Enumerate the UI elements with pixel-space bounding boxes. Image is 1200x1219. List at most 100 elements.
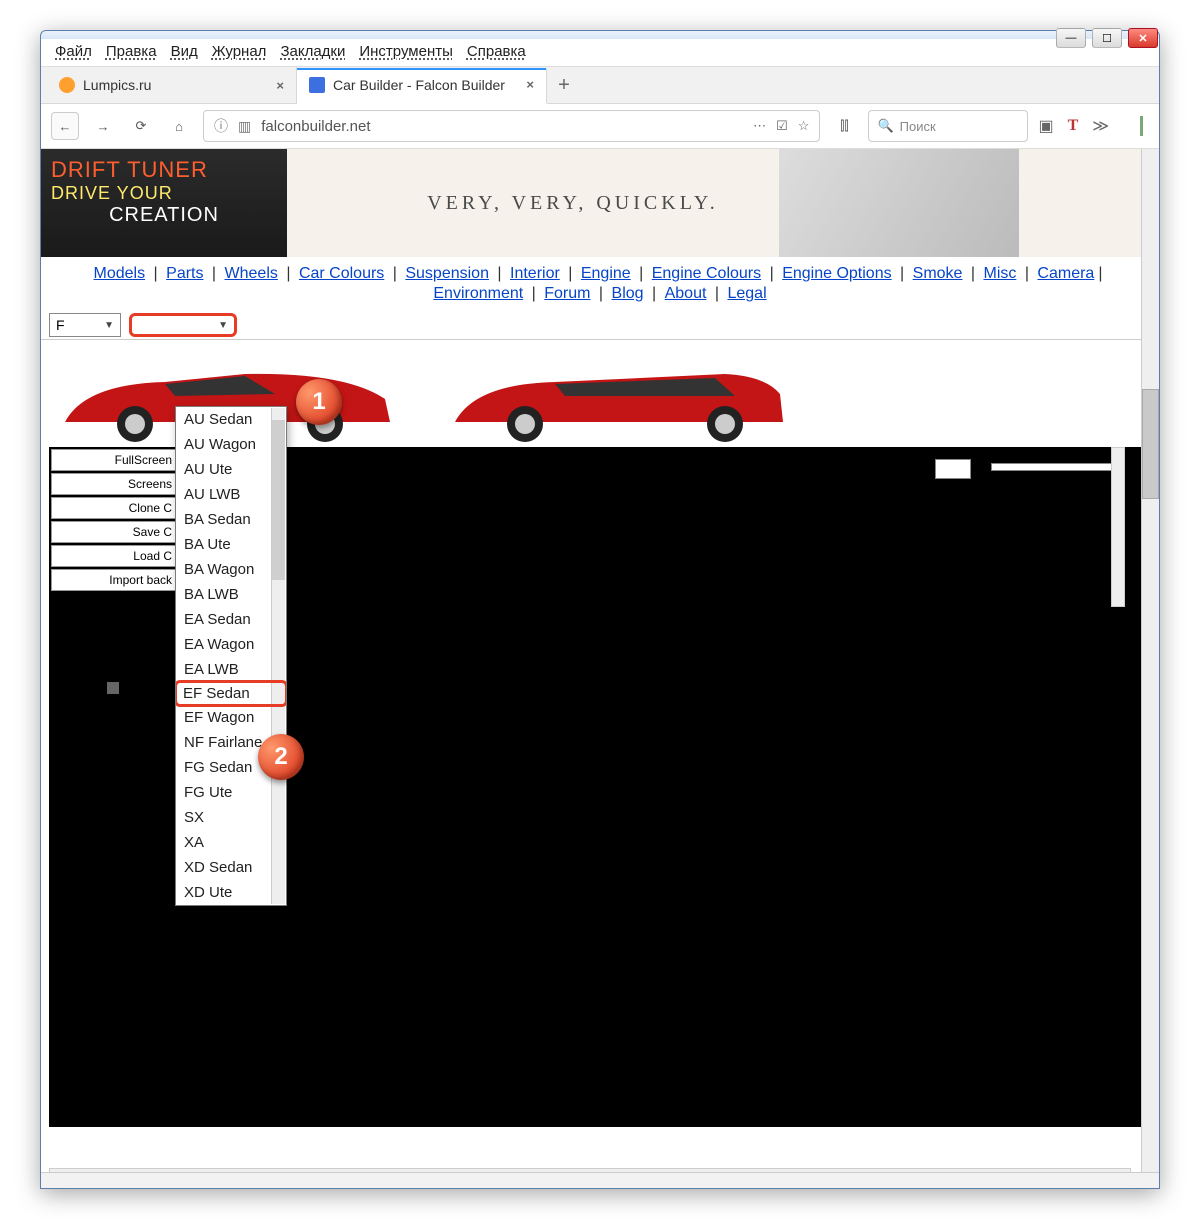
close-window-button[interactable]	[1128, 28, 1158, 48]
model-option-xd-ute[interactable]: XD Ute	[176, 880, 286, 905]
nav-link-forum[interactable]: Forum	[544, 285, 590, 302]
tab-carbuilder[interactable]: Car Builder - Falcon Builder ×	[297, 68, 547, 104]
home-button[interactable]: ⌂	[165, 112, 193, 140]
model-option-ea-sedan[interactable]: EA Sedan	[176, 607, 286, 632]
top-banner: DRIFT TUNER DRIVE YOUR CREATION VERY, VE…	[41, 149, 1159, 257]
dropdown-scroll-thumb[interactable]	[272, 420, 285, 580]
dropdown-scrollbar[interactable]	[271, 408, 285, 904]
nav-link-engine[interactable]: Engine	[581, 265, 631, 282]
model-option-ba-wagon[interactable]: BA Wagon	[176, 557, 286, 582]
model-dropdown[interactable]: AU SedanAU WagonAU UteAU LWBBA SedanBA U…	[175, 406, 287, 906]
nav-link-wheels[interactable]: Wheels	[225, 265, 278, 282]
load-button[interactable]: Load C	[51, 545, 177, 567]
ad-banner-right[interactable]: VERY, VERY, QUICKLY.	[287, 149, 1159, 257]
model-option-ea-wagon[interactable]: EA Wagon	[176, 632, 286, 657]
menu-edit[interactable]: Правка	[106, 43, 157, 60]
new-tab-button[interactable]: +	[547, 68, 581, 102]
model-option-au-wagon[interactable]: AU Wagon	[176, 432, 286, 457]
extension-t-icon[interactable]: T	[1068, 117, 1079, 135]
nav-link-models[interactable]: Models	[94, 265, 146, 282]
model-option-ef-wagon[interactable]: EF Wagon	[176, 705, 286, 730]
model-option-sx[interactable]: SX	[176, 805, 286, 830]
make-value: F	[56, 317, 65, 333]
caret-down-icon: ▼	[218, 320, 228, 331]
page-vertical-scrollbar[interactable]	[1141, 149, 1159, 1188]
url-text: falconbuilder.net	[261, 118, 743, 135]
nav-link-interior[interactable]: Interior	[510, 265, 560, 282]
nav-link-parts[interactable]: Parts	[166, 265, 203, 282]
menu-file[interactable]: Файл	[55, 43, 92, 60]
nav-link-car-colours[interactable]: Car Colours	[299, 265, 384, 282]
close-tab-icon[interactable]: ×	[526, 77, 534, 92]
menu-view[interactable]: Вид	[171, 43, 198, 60]
car-width-icon[interactable]	[935, 459, 971, 479]
search-placeholder: Поиск	[900, 119, 936, 134]
page-actions-icon[interactable]: ⋯	[753, 118, 766, 134]
favicon-carbuilder-icon	[309, 77, 325, 93]
favicon-lumpics-icon	[59, 77, 75, 93]
menu-tools[interactable]: Инструменты	[359, 43, 453, 60]
window-bottom-frame	[41, 1172, 1159, 1188]
reader-view-icon[interactable]: ▣	[1038, 116, 1053, 136]
model-option-au-ute[interactable]: AU Ute	[176, 457, 286, 482]
search-icon: 🔍	[877, 118, 893, 134]
caret-down-icon: ▼	[104, 320, 114, 331]
library-icon[interactable]: ⫿⫿	[830, 112, 858, 140]
nav-link-blog[interactable]: Blog	[612, 285, 644, 302]
overflow-icon[interactable]: ≫	[1092, 116, 1109, 136]
dashed-lock-icon: ▥	[238, 118, 251, 135]
bookmark-star-icon[interactable]: ☆	[798, 118, 810, 134]
inner-scrollbar[interactable]	[1111, 447, 1125, 607]
site-info-icon[interactable]: ⓘ	[214, 116, 228, 136]
shield-icon[interactable]: ☑	[776, 118, 788, 134]
ad-line2: DRIVE YOUR	[51, 183, 277, 204]
tab-lumpics[interactable]: Lumpics.ru ×	[47, 67, 297, 103]
fullscreen-button[interactable]: FullScreen	[51, 449, 177, 471]
menu-help[interactable]: Справка	[467, 43, 526, 60]
model-option-au-lwb[interactable]: AU LWB	[176, 482, 286, 507]
model-option-ef-sedan[interactable]: EF Sedan	[176, 680, 286, 707]
search-box[interactable]: 🔍 Поиск	[868, 110, 1028, 142]
model-option-fg-ute[interactable]: FG Ute	[176, 780, 286, 805]
scroll-thumb[interactable]	[1142, 389, 1159, 499]
ad-drift-tuner[interactable]: DRIFT TUNER DRIVE YOUR CREATION	[41, 149, 287, 257]
width-slider[interactable]	[991, 463, 1121, 471]
model-option-au-sedan[interactable]: AU Sedan	[176, 407, 286, 432]
small-square-icon	[107, 682, 119, 694]
side-toolbar: FullScreen Screens Clone C Save C Load C…	[49, 447, 179, 593]
back-button[interactable]: ←	[51, 112, 79, 140]
nav-link-about[interactable]: About	[665, 285, 707, 302]
import-back-button[interactable]: Import back	[51, 569, 177, 591]
screens-button[interactable]: Screens	[51, 473, 177, 495]
nav-link-legal[interactable]: Legal	[727, 285, 766, 302]
model-option-ba-ute[interactable]: BA Ute	[176, 532, 286, 557]
forward-button[interactable]: →	[89, 112, 117, 140]
make-select[interactable]: F ▼	[49, 313, 121, 337]
address-bar[interactable]: ⓘ ▥ falconbuilder.net ⋯ ☑ ☆	[203, 110, 820, 142]
nav-link-engine-colours[interactable]: Engine Colours	[652, 265, 761, 282]
model-option-ba-sedan[interactable]: BA Sedan	[176, 507, 286, 532]
nav-link-suspension[interactable]: Suspension	[405, 265, 489, 282]
nav-link-misc[interactable]: Misc	[983, 265, 1016, 282]
menu-bookmarks[interactable]: Закладки	[280, 43, 345, 60]
model-option-ba-lwb[interactable]: BA LWB	[176, 582, 286, 607]
clone-button[interactable]: Clone C	[51, 497, 177, 519]
ad-line1: DRIFT TUNER	[51, 157, 277, 183]
nav-link-engine-options[interactable]: Engine Options	[782, 265, 891, 282]
close-tab-icon[interactable]: ×	[276, 78, 284, 93]
minimize-button[interactable]	[1056, 28, 1086, 48]
hamburger-menu-icon[interactable]	[1123, 116, 1143, 136]
nav-link-camera[interactable]: Camera	[1037, 265, 1094, 282]
tab-title: Lumpics.ru	[83, 77, 268, 93]
maximize-button[interactable]	[1092, 28, 1122, 48]
model-option-xd-sedan[interactable]: XD Sedan	[176, 855, 286, 880]
menu-history[interactable]: Журнал	[212, 43, 267, 60]
reload-button[interactable]: ⟳	[127, 112, 155, 140]
model-option-xa[interactable]: XA	[176, 830, 286, 855]
model-select[interactable]: ▼	[129, 313, 237, 337]
save-button[interactable]: Save C	[51, 521, 177, 543]
ad-line3: CREATION	[51, 204, 277, 227]
nav-link-smoke[interactable]: Smoke	[913, 265, 963, 282]
model-option-ea-lwb[interactable]: EA LWB	[176, 657, 286, 682]
nav-link-environment[interactable]: Environment	[433, 285, 523, 302]
